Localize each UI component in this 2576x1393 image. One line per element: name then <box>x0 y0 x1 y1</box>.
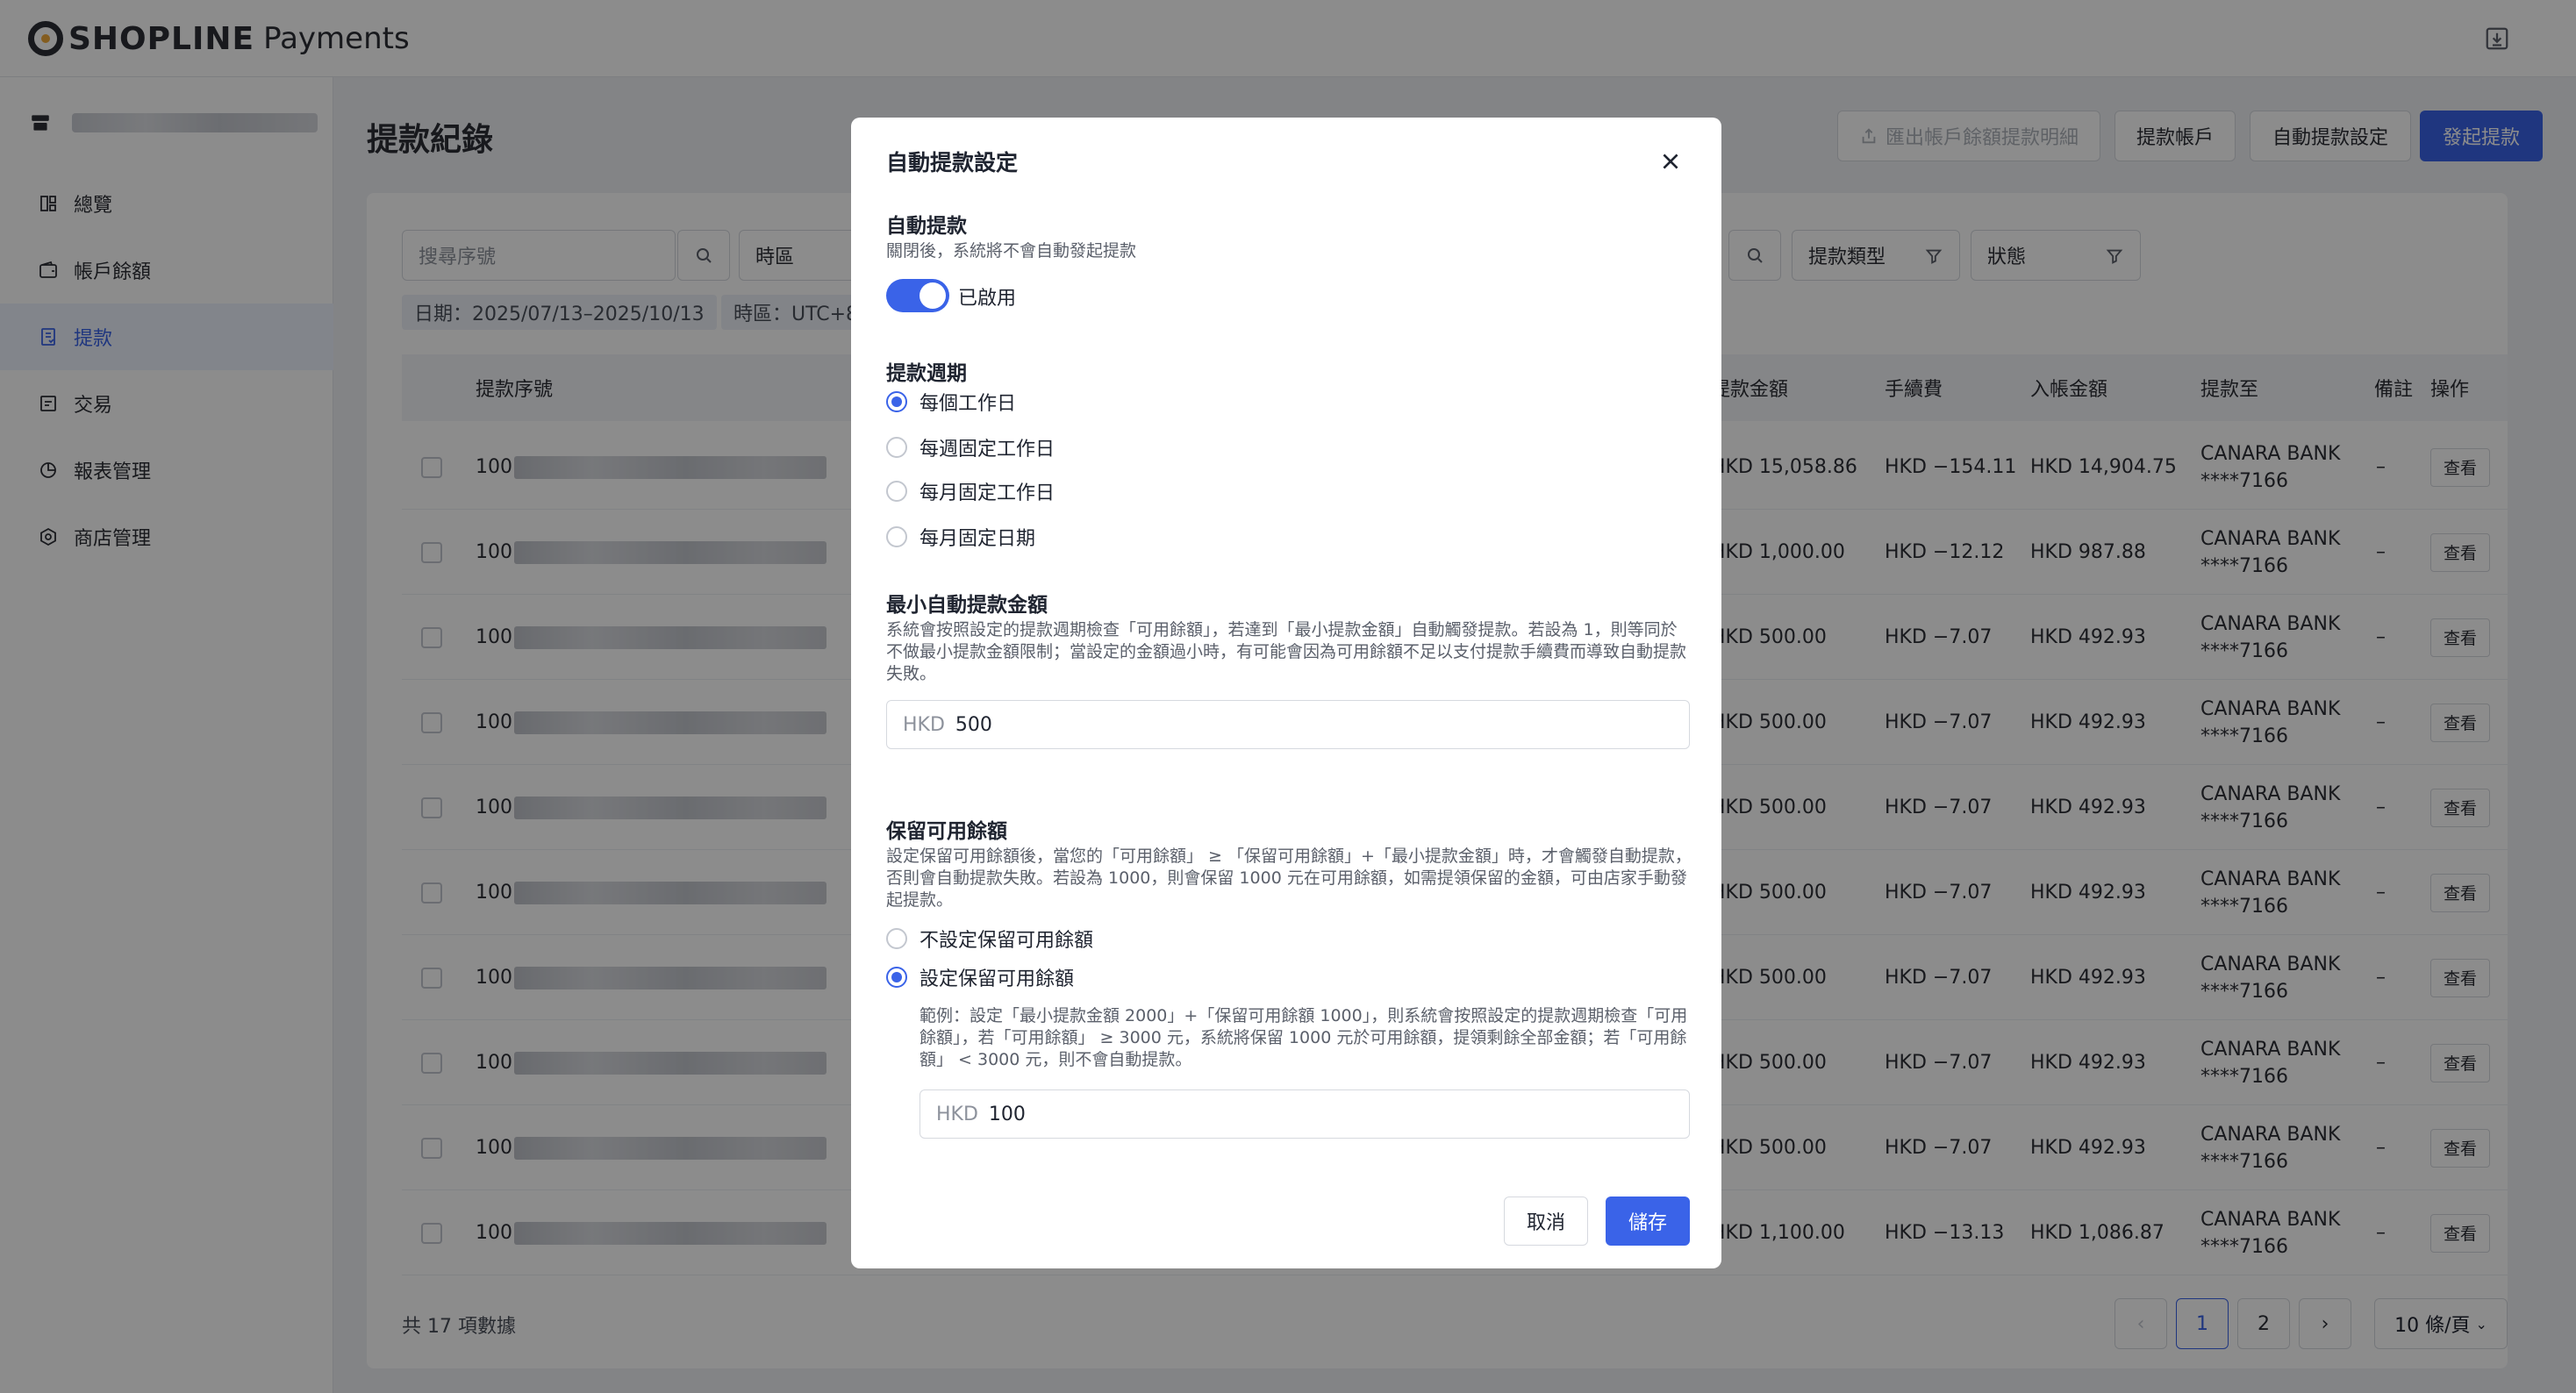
radio-unselected <box>886 928 907 949</box>
reserve-desc: 設定保留可用餘額後，當您的「可用餘額」 ≥ 「保留可用餘額」+「最小提款金額」時… <box>886 847 1692 910</box>
auto-withdrawal-desc: 關閉後，系統將不會自動發起提款 <box>886 241 1137 261</box>
radio-selected <box>886 967 907 988</box>
currency-label: HKD <box>936 1103 978 1125</box>
reserve-option-none[interactable]: 不設定保留可用餘額 <box>886 925 1093 953</box>
auto-withdrawal-title: 自動提款 <box>886 215 967 238</box>
currency-label: HKD <box>903 713 945 736</box>
reserve-option-label: 設定保留可用餘額 <box>919 968 1075 990</box>
period-option-every-workday[interactable]: 每個工作日 <box>886 388 1016 416</box>
period-option-label: 每月固定日期 <box>919 528 1036 550</box>
period-option-monthly-date[interactable]: 每月固定日期 <box>886 523 1035 551</box>
close-button[interactable] <box>1655 146 1686 177</box>
period-option-label: 每個工作日 <box>919 393 1017 415</box>
min-amount-title: 最小自動提款金額 <box>886 594 1048 617</box>
toggle-status-label: 已啟用 <box>958 288 1017 310</box>
period-option-label: 每週固定工作日 <box>919 439 1055 461</box>
min-amount-value: 500 <box>955 713 992 736</box>
reserve-option-set[interactable]: 設定保留可用餘額 <box>886 963 1074 991</box>
period-option-monthly-workday[interactable]: 每月固定工作日 <box>886 477 1055 505</box>
reserve-title: 保留可用餘額 <box>886 820 1007 843</box>
period-title: 提款週期 <box>886 362 967 385</box>
period-option-weekly[interactable]: 每週固定工作日 <box>886 433 1055 461</box>
radio-unselected <box>886 526 907 547</box>
modal-title: 自動提款設定 <box>886 150 1019 175</box>
reserve-amount-value: 100 <box>988 1103 1026 1125</box>
reserve-amount-input[interactable]: HKD 100 <box>919 1089 1690 1139</box>
min-amount-desc: 系統會按照設定的提款週期檢查「可用餘額」，若達到「最小提款金額」自動觸發提款。若… <box>886 620 1687 683</box>
min-amount-input[interactable]: HKD 500 <box>886 700 1690 749</box>
cancel-button[interactable]: 取消 <box>1504 1197 1588 1246</box>
auto-withdrawal-modal: 自動提款設定 自動提款 關閉後，系統將不會自動發起提款 已啟用 提款週期 每個工… <box>851 118 1721 1268</box>
radio-selected <box>886 391 907 412</box>
reserve-example: 範例：設定「最小提款金額 2000」+「保留可用餘額 1000」，則系統會按照設… <box>919 1006 1688 1069</box>
radio-unselected <box>886 437 907 458</box>
auto-withdrawal-toggle[interactable] <box>886 279 949 312</box>
period-option-label: 每月固定工作日 <box>919 482 1055 504</box>
save-button[interactable]: 儲存 <box>1606 1197 1690 1246</box>
reserve-option-label: 不設定保留可用餘額 <box>919 930 1094 952</box>
radio-unselected <box>886 481 907 502</box>
close-icon <box>1663 154 1678 169</box>
